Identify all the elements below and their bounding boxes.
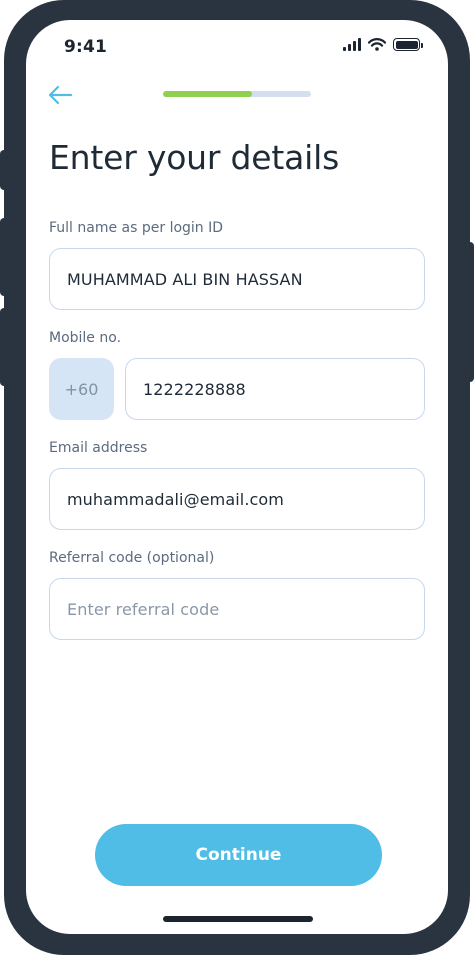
full-name-input[interactable]: MUHAMMAD ALI BIN HASSAN [49, 248, 425, 310]
mobile-label: Mobile no. [49, 330, 122, 346]
phone-screen: 9:41 Enter your details Full name as per… [26, 20, 448, 934]
home-indicator [163, 916, 313, 922]
silent-switch [0, 150, 10, 190]
status-time: 9:41 [64, 37, 108, 57]
arrow-left-icon [48, 85, 73, 105]
page-title: Enter your details [49, 138, 340, 177]
country-code-field[interactable]: +60 [49, 358, 114, 420]
mobile-input[interactable]: 1222228888 [125, 358, 425, 420]
continue-button[interactable]: Continue [95, 824, 382, 886]
email-label: Email address [49, 440, 148, 456]
email-input[interactable]: muhammadali@email.com [49, 468, 425, 530]
power-button [464, 242, 474, 382]
volume-down-button [0, 308, 10, 386]
battery-icon [393, 38, 423, 51]
step-progress-fill [163, 91, 252, 97]
wifi-icon [368, 38, 386, 51]
full-name-label: Full name as per login ID [49, 220, 224, 236]
cellular-signal-icon [343, 38, 361, 51]
step-progress-bar [163, 91, 311, 97]
referral-code-input[interactable]: Enter referral code [49, 578, 425, 640]
back-button[interactable] [44, 80, 76, 110]
referral-label: Referral code (optional) [49, 550, 215, 566]
status-icons [343, 38, 423, 51]
volume-up-button [0, 218, 10, 296]
